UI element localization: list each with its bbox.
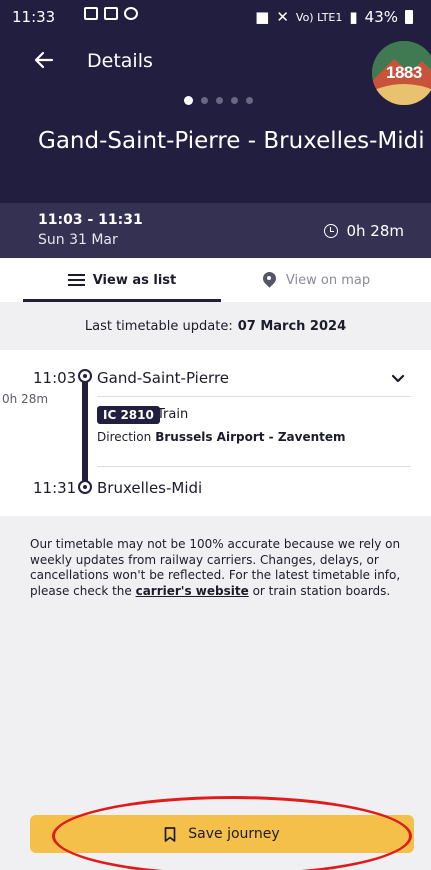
- carousel-dot[interactable]: [246, 97, 253, 104]
- last-update-label: Last timetable update:: [84, 318, 233, 334]
- carousel-dot[interactable]: [184, 96, 193, 105]
- tab-view-as-list[interactable]: View as list: [23, 258, 221, 302]
- status-notification-icons: [84, 7, 138, 20]
- arrival-time: 11:31: [33, 479, 77, 497]
- map-pin-icon: [262, 272, 278, 288]
- journey-date: Sun 31 Mar: [38, 232, 118, 248]
- direction-label: Direction: [97, 430, 152, 444]
- list-icon: [67, 274, 85, 286]
- lock-icon: ■: [255, 8, 270, 26]
- last-update: Last timetable update: 07 March 2024: [0, 302, 431, 350]
- chevron-down-icon: [391, 374, 405, 383]
- divider: [97, 396, 411, 397]
- departure-time: 11:03: [33, 369, 77, 387]
- journey-card: 11:03 Gand-Saint-Pierre 0h 28m IC 2810 T…: [0, 350, 431, 516]
- disclaimer: Our timetable may not be 100% accurate b…: [30, 537, 415, 599]
- train-type: Train: [157, 407, 189, 422]
- network-label: Vo) LTE1: [295, 10, 343, 24]
- journey-duration: 0h 28m: [324, 222, 404, 240]
- carrier-website-link[interactable]: carrier's website: [136, 584, 249, 598]
- carousel-dot[interactable]: [231, 97, 238, 104]
- messenger-icon: [124, 7, 138, 20]
- arrival-node-icon: [78, 480, 92, 494]
- header: 11:33 ■ ✕ Vo) LTE1 ▮ 43% Details 1883 Ga…: [0, 0, 431, 203]
- brand-logo: 1883: [372, 41, 431, 105]
- tab-label: View on map: [285, 272, 371, 288]
- disclaimer-text-end: or train station boards.: [248, 583, 391, 598]
- back-button[interactable]: [32, 48, 56, 72]
- divider: [97, 466, 411, 467]
- train-code-badge: IC 2810: [97, 406, 160, 424]
- expand-button[interactable]: [390, 370, 406, 386]
- carousel-dots[interactable]: [184, 96, 253, 105]
- tab-view-on-map[interactable]: View on map: [221, 258, 411, 302]
- tab-label: View as list: [92, 272, 177, 288]
- status-time: 11:33: [12, 8, 56, 26]
- direction-line: Direction Brussels Airport - Zaventem: [97, 430, 346, 444]
- route-title: Gand-Saint-Pierre - Bruxelles-Midi: [38, 128, 425, 154]
- battery-icon: [405, 10, 413, 24]
- segment-duration: 0h 28m: [2, 392, 49, 406]
- gallery-icon: [84, 7, 98, 20]
- direction-value: Brussels Airport - Zaventem: [155, 430, 346, 444]
- battery-percent: 43%: [364, 8, 398, 26]
- logo-text: 1883: [386, 63, 422, 82]
- timeline-line: [82, 376, 88, 486]
- last-update-date: 07 March 2024: [237, 318, 347, 334]
- departure-station: Gand-Saint-Pierre: [97, 369, 230, 387]
- notification-icon: [104, 7, 118, 20]
- arrival-station: Bruxelles-Midi: [97, 479, 203, 497]
- signal-icon: ▮: [349, 8, 358, 26]
- clock-icon: [324, 224, 339, 238]
- bookmark-icon: [164, 826, 176, 842]
- journey-summary: 11:03 - 11:31 Sun 31 Mar 0h 28m: [0, 203, 431, 258]
- save-journey-label: Save journey: [188, 826, 280, 842]
- carousel-dot[interactable]: [216, 97, 223, 104]
- view-tabs: View as list View on map: [0, 258, 431, 302]
- status-right: ■ ✕ Vo) LTE1 ▮ 43%: [255, 8, 413, 26]
- save-journey-button[interactable]: Save journey: [30, 815, 414, 853]
- arrow-left-icon: [34, 51, 54, 69]
- departure-node-icon: [78, 369, 92, 383]
- duration-value: 0h 28m: [346, 222, 404, 240]
- mute-icon: ✕: [276, 8, 289, 26]
- page-title: Details: [87, 50, 153, 72]
- status-bar: 11:33 ■ ✕ Vo) LTE1 ▮ 43%: [0, 0, 431, 34]
- time-range: 11:03 - 11:31: [38, 212, 143, 228]
- carousel-dot[interactable]: [201, 97, 208, 104]
